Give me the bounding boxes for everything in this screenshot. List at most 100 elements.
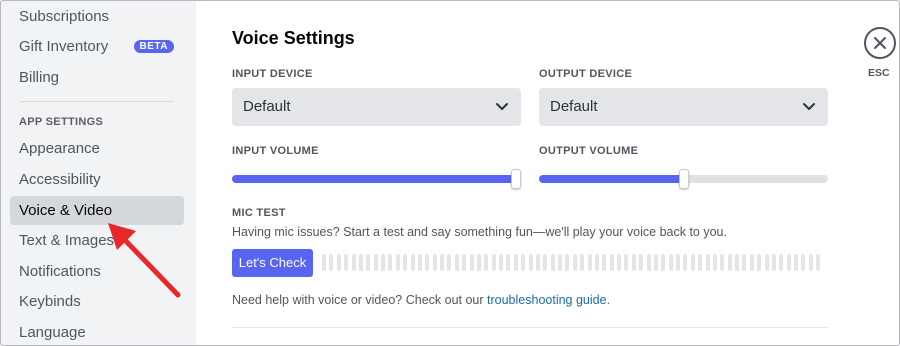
meter-segment (395, 254, 400, 271)
help-text-prefix: Need help with voice or video? Check out… (232, 293, 488, 307)
meter-segment (786, 254, 791, 271)
meter-segment (344, 254, 349, 271)
sidebar-item-label: Subscriptions (19, 8, 110, 25)
meter-segment (735, 254, 739, 271)
sidebar-item-gift-inventory[interactable]: Gift Inventory BETA (10, 32, 184, 61)
chevron-down-icon (803, 103, 815, 110)
meter-segment (727, 254, 732, 271)
meter-segment (705, 254, 710, 271)
meter-segment (469, 254, 474, 271)
meter-segment (624, 254, 629, 271)
meter-segment (388, 254, 393, 271)
meter-segment (801, 254, 806, 271)
section-divider (232, 327, 828, 328)
chevron-down-icon (496, 103, 508, 110)
sidebar-item-label: Accessibility (19, 171, 101, 188)
meter-segment (757, 254, 762, 271)
help-text: Need help with voice or video? Check out… (232, 293, 610, 307)
meter-segment (366, 254, 371, 271)
annotation-arrow-icon (108, 223, 181, 298)
output-device-value: Default (550, 98, 598, 115)
lets-check-button[interactable]: Let's Check (232, 249, 313, 277)
meter-segment (602, 254, 607, 271)
input-volume-handle[interactable] (511, 169, 521, 189)
meter-segment (528, 254, 533, 271)
meter-segment (676, 254, 680, 271)
output-device-label: OUTPUT DEVICE (539, 68, 633, 80)
meter-segment (580, 254, 585, 271)
meter-segment (543, 254, 548, 271)
sidebar-item-appearance[interactable]: Appearance (10, 134, 184, 163)
meter-segment (535, 254, 540, 271)
meter-segment (653, 254, 658, 271)
sidebar-item-language[interactable]: Language (10, 318, 184, 346)
meter-segment (712, 254, 717, 271)
sidebar-item-label: Language (19, 324, 86, 341)
input-volume-fill (232, 175, 516, 183)
meter-segment (683, 254, 688, 271)
esc-label: ESC (868, 67, 890, 79)
sidebar-item-label: Keybinds (19, 293, 81, 310)
close-icon (874, 37, 886, 49)
meter-segment (749, 254, 754, 271)
meter-segment (639, 254, 644, 271)
sidebar-item-label: Gift Inventory (19, 38, 109, 55)
sidebar-divider (19, 101, 174, 102)
meter-segment (358, 254, 363, 271)
mic-test-label: MIC TEST (232, 207, 286, 219)
input-volume-slider[interactable] (232, 169, 521, 189)
meter-segment (631, 254, 636, 271)
meter-segment (550, 254, 555, 271)
output-device-select[interactable]: Default (539, 88, 828, 126)
meter-segment (322, 254, 326, 271)
meter-segment (336, 254, 341, 271)
meter-segment (476, 254, 481, 271)
meter-segment (646, 254, 651, 271)
meter-segment (425, 254, 430, 271)
sidebar-item-subscriptions[interactable]: Subscriptions (10, 2, 184, 31)
input-device-label: INPUT DEVICE (232, 68, 313, 80)
output-volume-fill (539, 175, 684, 183)
meter-segment (742, 254, 747, 271)
meter-segment (594, 254, 599, 271)
meter-segment (720, 254, 725, 271)
output-volume-slider[interactable] (539, 169, 828, 189)
sidebar-item-billing[interactable]: Billing (10, 63, 184, 92)
meter-segment (417, 254, 422, 271)
mic-test-description: Having mic issues? Start a test and say … (232, 225, 727, 239)
output-volume-label: OUTPUT VOLUME (539, 145, 639, 157)
sidebar-item-label: Notifications (19, 263, 101, 280)
sidebar-section-header: APP SETTINGS (19, 116, 104, 128)
meter-segment (462, 254, 467, 271)
input-volume-label: INPUT VOLUME (232, 145, 319, 157)
meter-segment (558, 254, 562, 271)
meter-segment (698, 254, 703, 271)
meter-segment (484, 254, 489, 271)
sidebar-item-label: Billing (19, 69, 60, 86)
meter-segment (403, 254, 408, 271)
meter-segment (373, 254, 378, 271)
meter-segment (521, 254, 526, 271)
meter-segment (794, 254, 798, 271)
help-text-suffix: . (606, 293, 611, 307)
troubleshooting-guide-link[interactable]: troubleshooting guide (487, 293, 607, 307)
sidebar-item-label: Appearance (19, 140, 100, 157)
meter-segment (381, 254, 385, 271)
meter-segment (351, 254, 356, 271)
input-device-value: Default (243, 98, 291, 115)
input-device-select[interactable]: Default (232, 88, 521, 126)
meter-segment (587, 254, 592, 271)
meter-segment (491, 254, 496, 271)
beta-badge: BETA (133, 40, 174, 53)
meter-segment (661, 254, 666, 271)
meter-segment (779, 254, 784, 271)
meter-segment (808, 254, 813, 271)
sidebar-item-accessibility[interactable]: Accessibility (10, 165, 184, 194)
meter-segment (764, 254, 769, 271)
meter-segment (690, 254, 695, 271)
close-button[interactable] (864, 27, 896, 59)
meter-segment (609, 254, 614, 271)
meter-segment (816, 254, 821, 271)
output-volume-handle[interactable] (679, 169, 689, 189)
meter-segment (506, 254, 511, 271)
